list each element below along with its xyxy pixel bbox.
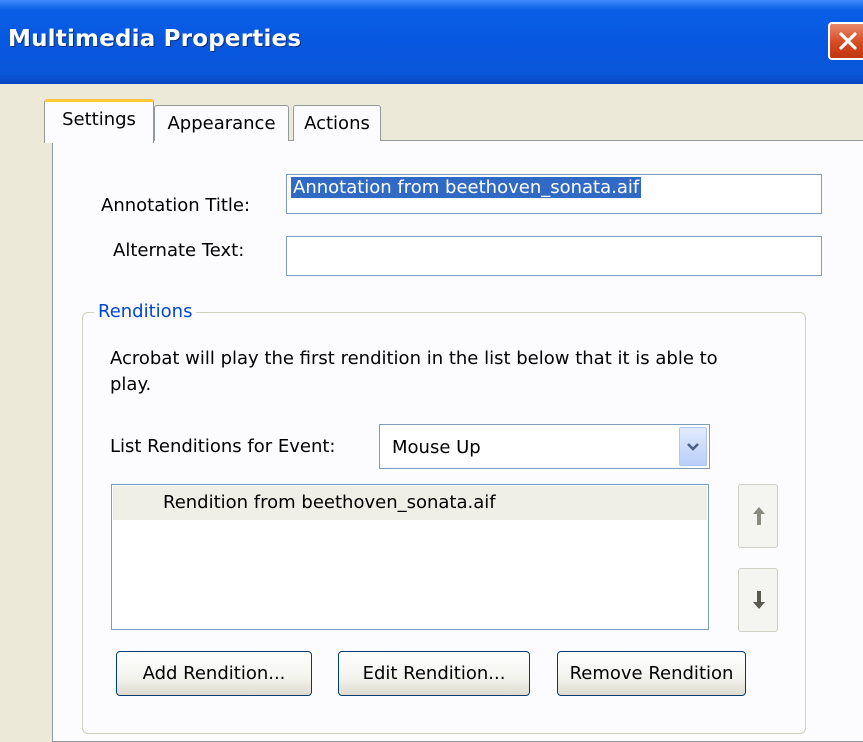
tab-settings[interactable]: Settings [44, 99, 154, 143]
move-up-button[interactable] [738, 484, 778, 548]
close-icon [839, 32, 857, 50]
edit-rendition-button[interactable]: Edit Rendition... [338, 651, 530, 696]
list-item[interactable]: Rendition from beethoven_sonata.aif [113, 486, 707, 520]
annotation-title-field[interactable]: Annotation from beethoven_sonata.aif [286, 174, 822, 214]
window-title: Multimedia Properties [8, 26, 302, 52]
list-item-label: Rendition from beethoven_sonata.aif [163, 492, 496, 513]
event-dropdown-button[interactable] [679, 427, 707, 466]
annotation-title-value: Annotation from beethoven_sonata.aif [291, 177, 642, 198]
add-rendition-button[interactable]: Add Rendition... [116, 651, 312, 696]
event-select[interactable]: Mouse Up [379, 424, 710, 469]
renditions-list[interactable]: Rendition from beethoven_sonata.aif [111, 484, 709, 630]
alternate-text-field[interactable] [286, 236, 822, 276]
tab-actions[interactable]: Actions [293, 105, 381, 141]
arrow-up-icon [753, 507, 765, 525]
tab-appearance[interactable]: Appearance [154, 105, 289, 141]
renditions-description: Acrobat will play the first rendition in… [110, 348, 718, 395]
remove-rendition-button[interactable]: Remove Rendition [557, 651, 746, 696]
renditions-group-label: Renditions [94, 301, 197, 322]
event-label: List Renditions for Event: [110, 436, 336, 457]
title-bar: Multimedia Properties [0, 0, 863, 84]
arrow-down-icon [753, 591, 765, 609]
move-down-button[interactable] [738, 568, 778, 632]
chevron-down-icon [687, 443, 699, 451]
close-button[interactable] [828, 22, 863, 60]
event-select-value: Mouse Up [392, 437, 481, 458]
alternate-text-label: Alternate Text: [113, 240, 245, 261]
annotation-title-label: Annotation Title: [101, 195, 251, 216]
